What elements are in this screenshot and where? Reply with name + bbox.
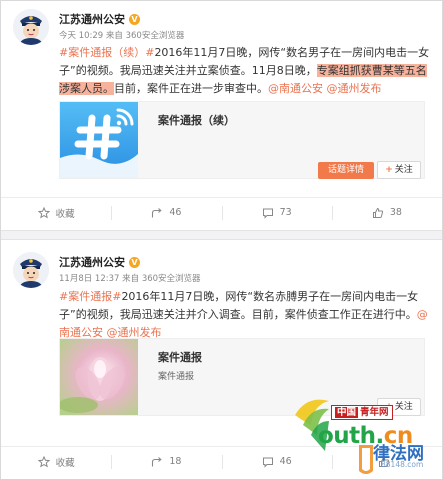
- username[interactable]: 江苏通州公安 V: [59, 254, 140, 270]
- collect-icon: [37, 206, 50, 218]
- hashtag-link[interactable]: #案件通报（续）#: [59, 46, 154, 59]
- username-text: 江苏通州公安: [59, 13, 125, 26]
- text-part: 目前，案件正在进一步审查中。: [114, 82, 268, 95]
- like-icon: [378, 456, 389, 467]
- collect-icon: [37, 455, 50, 467]
- collect-label: 收藏: [55, 208, 75, 220]
- comment-button[interactable]: 73: [221, 198, 332, 227]
- comment-count: 73: [279, 207, 292, 218]
- avatar[interactable]: [13, 9, 49, 45]
- like-button[interactable]: [331, 447, 442, 476]
- repost-button[interactable]: 18: [111, 447, 221, 476]
- card-subtitle: 案件通报: [158, 372, 195, 382]
- weibo-post-2: 江苏通州公安 V 11月8日 12:37 来自 360安全浏览器 #案件通报#20…: [1, 240, 442, 479]
- repost-icon: [152, 207, 162, 217]
- police-avatar-icon: [13, 252, 49, 288]
- collect-button[interactable]: 收藏: [1, 198, 111, 227]
- plus-icon: +: [385, 165, 393, 175]
- hashtag-link[interactable]: #案件通报#: [59, 290, 121, 303]
- like-count: 38: [389, 207, 402, 218]
- repost-count: 46: [169, 207, 182, 218]
- topic-thumbnail: [60, 102, 138, 178]
- follow-button[interactable]: + 关注: [377, 161, 421, 179]
- username-text: 江苏通州公安: [59, 256, 125, 269]
- verified-badge-icon: V: [129, 257, 140, 268]
- topic-card[interactable]: 案件通报 案件通报 + 关注: [59, 338, 425, 416]
- follow-label: 关注: [394, 165, 413, 175]
- collect-label: 收藏: [55, 457, 75, 469]
- comment-icon: [262, 208, 273, 219]
- post-separator: [1, 230, 442, 240]
- mention-link[interactable]: @南通公安: [268, 82, 323, 95]
- verified-badge-icon: V: [129, 14, 140, 25]
- username[interactable]: 江苏通州公安 V: [59, 11, 140, 27]
- like-icon: [372, 207, 383, 218]
- lotus-flower-image: [60, 339, 138, 415]
- card-title: 案件通报（续）: [158, 114, 235, 127]
- topic-card[interactable]: 案件通报（续） 话题详情 + 关注: [59, 101, 425, 179]
- comment-count: 46: [279, 456, 292, 467]
- post-meta: 11月8日 12:37 来自 360安全浏览器: [59, 274, 201, 284]
- repost-button[interactable]: 46: [111, 198, 221, 227]
- hashtag-icon: [60, 102, 138, 178]
- post-action-bar: 收藏 18 46: [1, 446, 442, 476]
- topic-thumbnail: [60, 339, 138, 415]
- topic-details-button[interactable]: 话题详情: [318, 162, 374, 179]
- weibo-post-1: 江苏通州公安 V 今天 10:29 来自 360安全浏览器 #案件通报（续）#20…: [1, 1, 442, 230]
- follow-label: 关注: [394, 402, 413, 412]
- post-text: #案件通报（续）#2016年11月7日晚，网传“数名男子在一房间内电击一女子”的…: [59, 44, 435, 98]
- post-text: #案件通报#2016年11月7日晚，网传“数名赤膊男子在一房间内电击一女子”的视…: [59, 288, 435, 342]
- comment-icon: [262, 457, 273, 468]
- follow-button[interactable]: + 关注: [377, 398, 421, 416]
- mention-link[interactable]: @通州发布: [327, 82, 382, 95]
- post-action-bar: 收藏 46 73 38: [1, 197, 442, 227]
- post-meta: 今天 10:29 来自 360安全浏览器: [59, 31, 185, 41]
- collect-button[interactable]: 收藏: [1, 447, 111, 476]
- plus-icon: +: [385, 402, 393, 412]
- avatar[interactable]: [13, 252, 49, 288]
- repost-count: 18: [169, 456, 182, 467]
- comment-button[interactable]: 46: [221, 447, 332, 476]
- police-avatar-icon: [13, 9, 49, 45]
- repost-icon: [152, 456, 162, 466]
- like-button[interactable]: 38: [331, 198, 442, 227]
- card-title: 案件通报: [158, 351, 202, 364]
